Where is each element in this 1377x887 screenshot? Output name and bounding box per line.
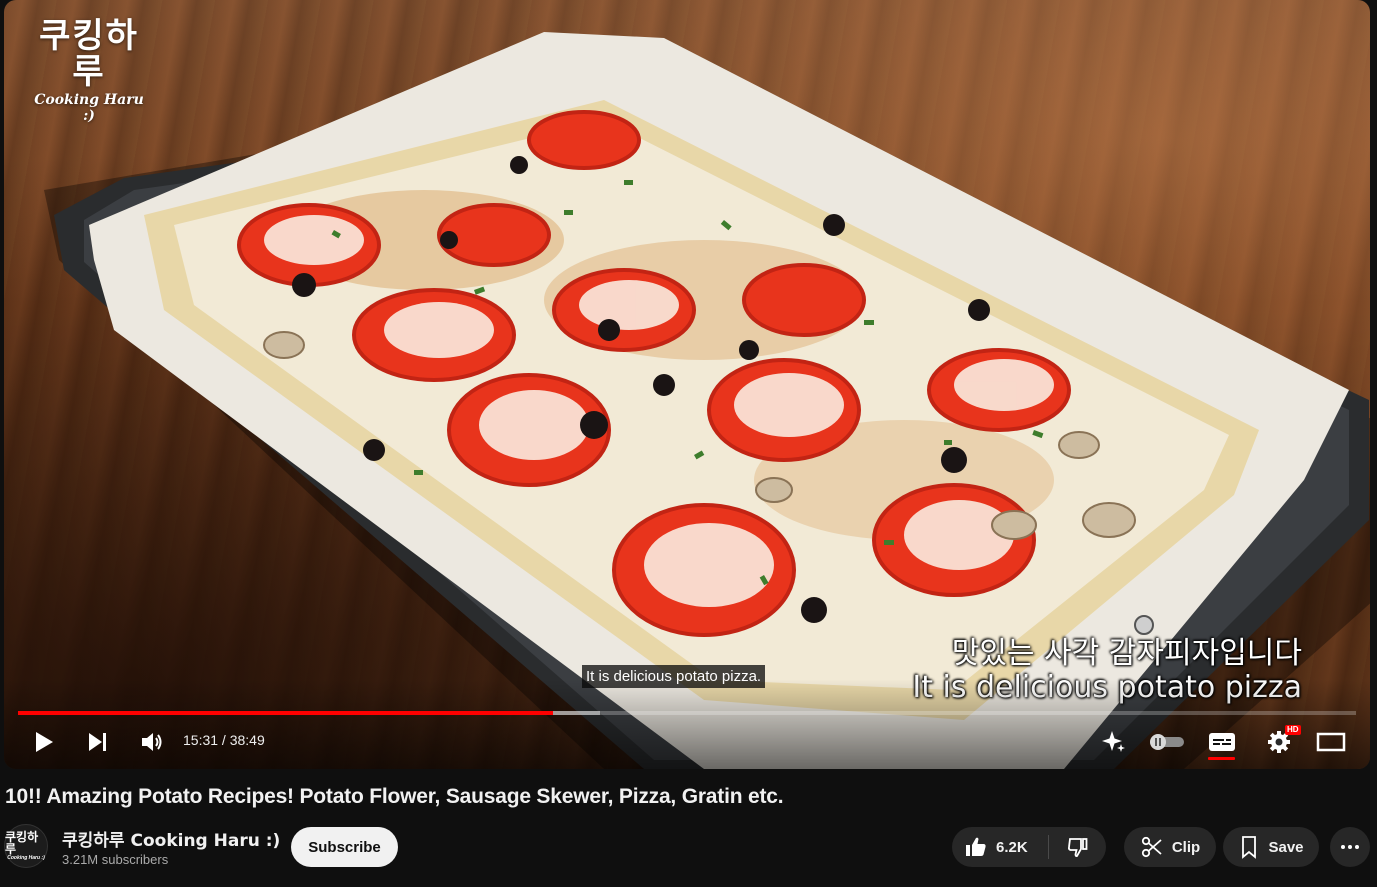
sparkle-icon [1102,731,1125,752]
captions-active-indicator [1208,757,1235,760]
video-title: 10!! Amazing Potato Recipes! Potato Flow… [5,785,784,808]
video-player[interactable]: 쿠킹하루 Cooking Haru :) 맛있는 사각 감자피자입니다 It i… [4,0,1370,769]
volume-icon [142,733,162,751]
progress-bar[interactable] [18,711,1356,715]
burned-subtitle-korean: 맛있는 사각 감자피자입니다 [951,636,1302,671]
clip-label: Clip [1171,838,1201,856]
captions-icon [1209,733,1235,751]
bookmark-icon [1242,836,1257,859]
play-icon [36,732,53,752]
like-dislike-group: 6.2K [952,827,1106,867]
autoplay-toggle[interactable] [1146,726,1188,758]
scissors-icon [1141,836,1162,858]
watermark-english-text: Cooking Haru :) [34,92,144,124]
avatar-korean-text: 쿠킹하루 [5,830,39,856]
dislike-button[interactable] [1049,827,1106,867]
play-button[interactable] [28,726,60,758]
progress-played [18,711,554,715]
channel-watermark-logo: 쿠킹하루 Cooking Haru :) [34,16,144,124]
next-button[interactable] [82,726,114,758]
theater-mode-button[interactable] [1314,726,1348,758]
subscribe-button[interactable]: Subscribe [291,827,398,867]
captions-button[interactable] [1204,726,1240,758]
watermark-korean-text: 쿠킹하루 [39,16,139,92]
volume-button[interactable] [135,726,169,758]
avatar-english-text: Cooking Haru :) [7,855,45,861]
hd-badge: HD [1285,725,1301,735]
thumbs-up-icon [966,837,986,856]
channel-avatar[interactable]: 쿠킹하루 Cooking Haru :) [4,824,48,868]
next-icon [89,733,106,751]
save-label: Save [1268,838,1304,856]
channel-name[interactable]: 쿠킹하루 Cooking Haru :) [62,826,280,851]
autoplay-toggle-icon [1150,734,1184,750]
time-display: 15:31 / 38:49 [183,732,265,748]
ai-features-button[interactable] [1098,726,1130,758]
thumbs-down-icon [1067,838,1087,857]
like-button[interactable]: 6.2K [952,827,1048,867]
theater-icon [1316,732,1346,752]
like-count: 6.2K [996,838,1028,856]
more-horizontal-icon [1341,845,1359,849]
more-actions-button[interactable] [1330,827,1370,867]
clip-button[interactable]: Clip [1124,827,1216,867]
subscriber-count: 3.21M subscribers [62,852,169,867]
save-button[interactable]: Save [1223,827,1319,867]
